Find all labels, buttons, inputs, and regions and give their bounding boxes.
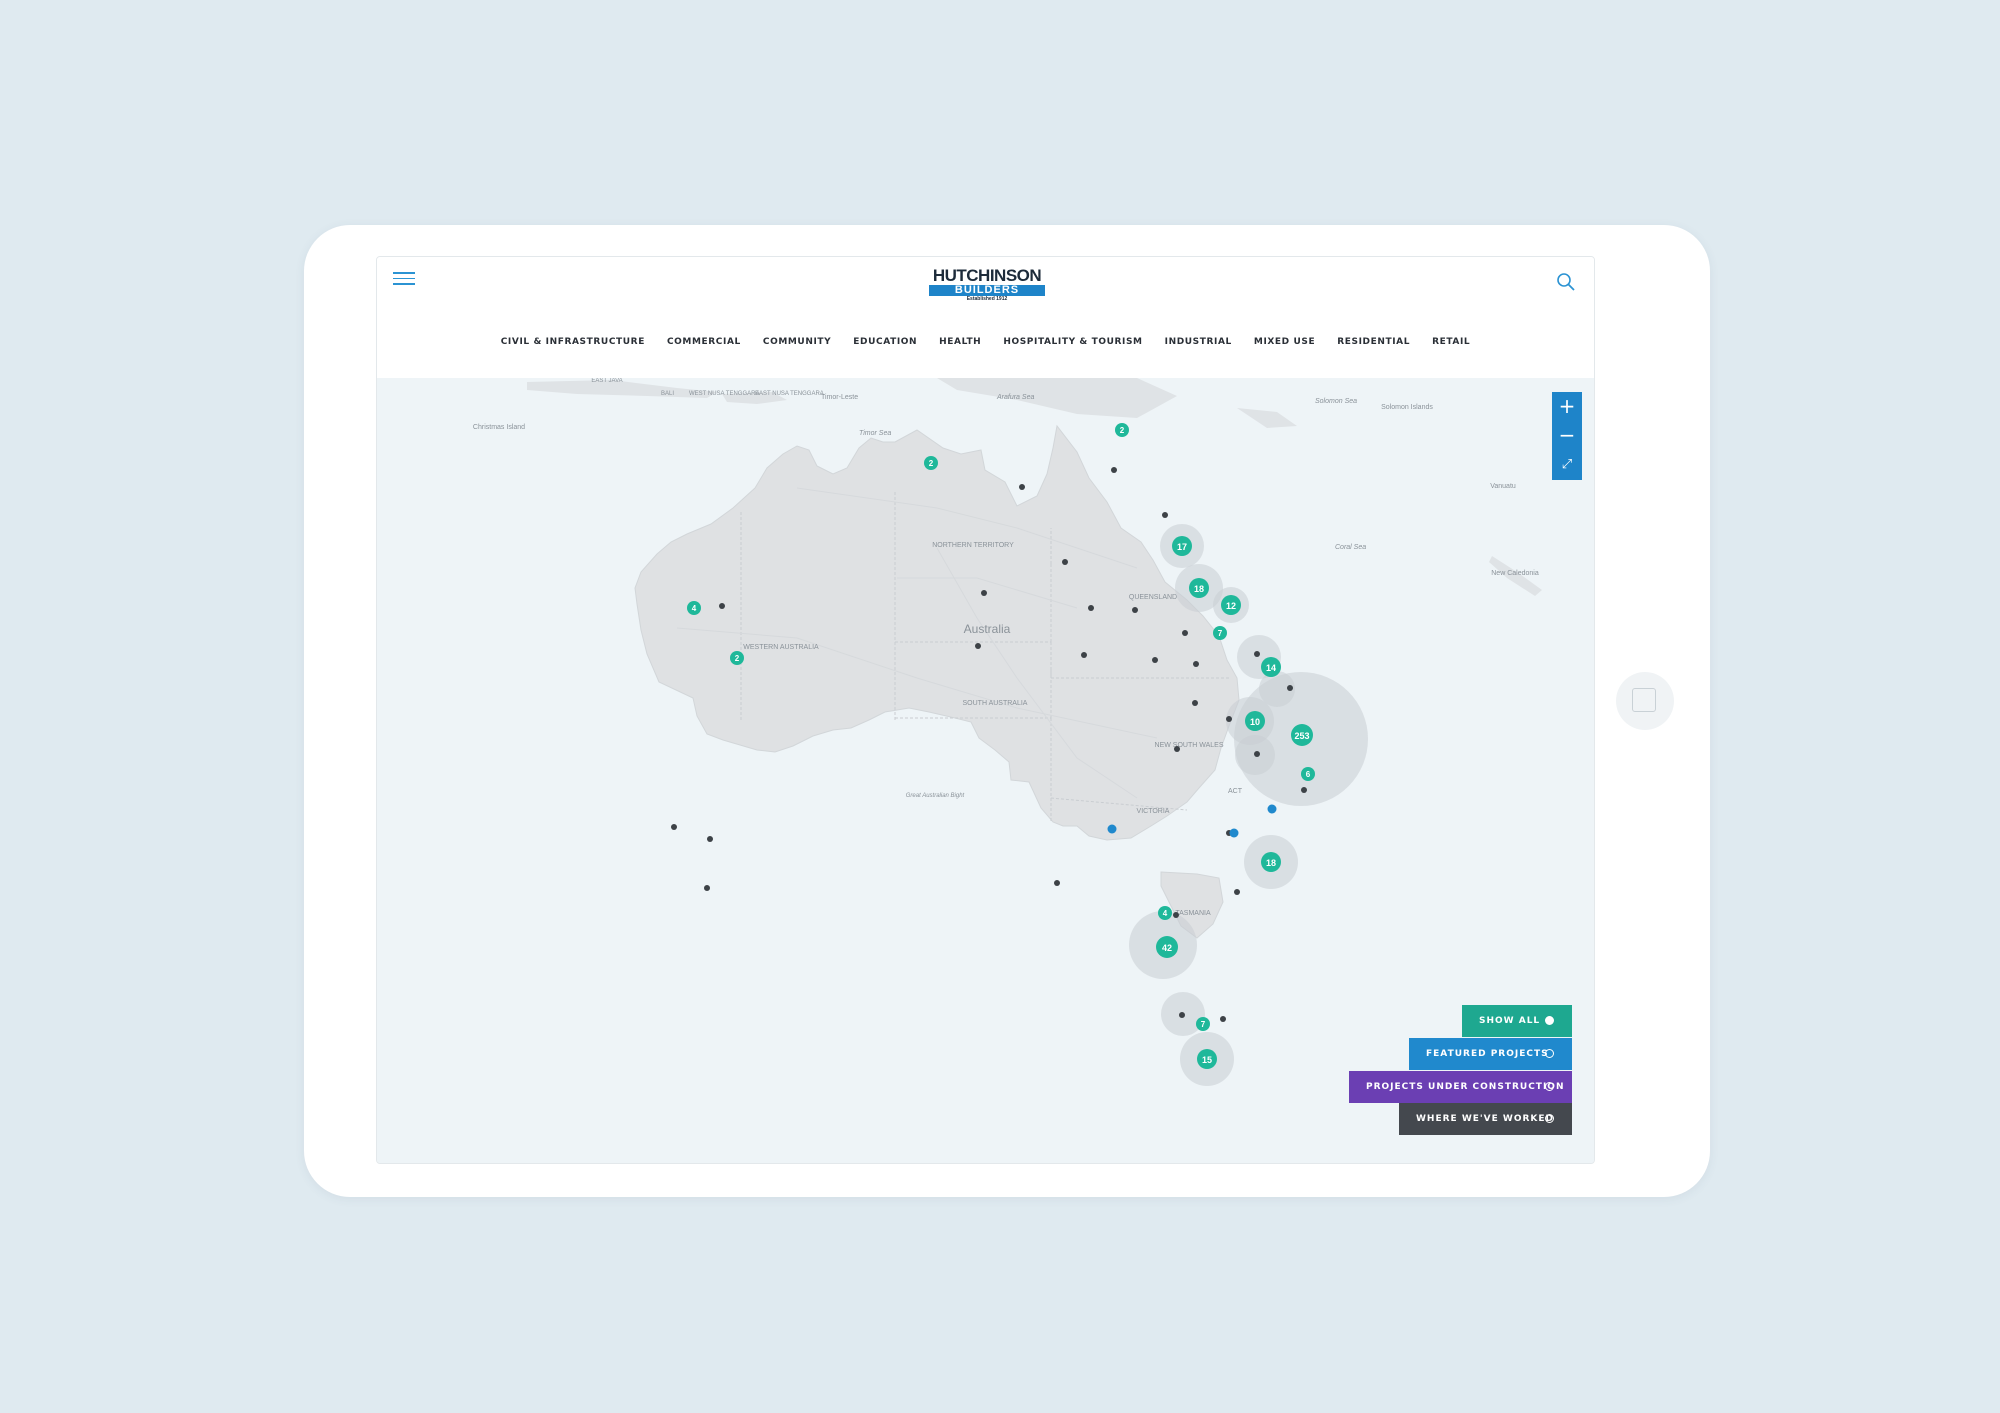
map-label: Australia xyxy=(964,622,1011,636)
filter-featured-projects[interactable]: FEATURED PROJECTS xyxy=(1409,1038,1572,1070)
map-label: Solomon Islands xyxy=(1381,404,1433,411)
map-label: New Caledonia xyxy=(1491,570,1539,577)
map-label: VICTORIA xyxy=(1137,808,1170,815)
nav-commercial[interactable]: COMMERCIAL xyxy=(667,337,741,347)
nav-community[interactable]: COMMUNITY xyxy=(763,337,831,347)
cluster-count: 4 xyxy=(692,604,697,613)
nav-civil-infrastructure[interactable]: CIVIL & INFRASTRUCTURE xyxy=(501,337,645,347)
landmass-solomon xyxy=(1237,408,1297,428)
cluster-count: 4 xyxy=(1163,909,1168,918)
nav-hospitality-tourism[interactable]: HOSPITALITY & TOURISM xyxy=(1003,337,1142,347)
cluster-marker[interactable]: 2 xyxy=(924,456,938,470)
radio-icon xyxy=(1545,1114,1554,1123)
filter-label: SHOW ALL xyxy=(1479,1016,1541,1026)
map-label: SOUTH AUSTRALIA xyxy=(963,700,1028,707)
cluster-marker[interactable]: 42 xyxy=(1156,936,1178,958)
cluster-marker[interactable]: 15 xyxy=(1197,1049,1217,1069)
map-label: Solomon Sea xyxy=(1315,398,1357,405)
map-label: Christmas Island xyxy=(473,424,525,431)
australia-landmass xyxy=(634,424,1240,841)
map-label: ACT xyxy=(1228,788,1243,795)
filter-projects-under-construction[interactable]: PROJECTS UNDER CONSTRUCTION xyxy=(1349,1071,1572,1103)
cluster-marker[interactable]: 4 xyxy=(1158,906,1172,920)
map-label: BALI xyxy=(661,391,674,397)
cluster-marker[interactable]: 10 xyxy=(1245,711,1265,731)
cluster-marker[interactable]: 2 xyxy=(730,651,744,665)
cluster-count: 12 xyxy=(1226,601,1236,611)
map-label: WEST NUSA TENGGARA xyxy=(689,391,759,397)
cluster-count: 10 xyxy=(1250,717,1260,727)
map-label: NORTHERN TERRITORY xyxy=(932,542,1014,549)
cluster-count: 2 xyxy=(735,654,740,663)
cluster-count: 2 xyxy=(1120,426,1125,435)
radio-icon xyxy=(1545,1082,1554,1091)
cluster-marker[interactable]: 4 xyxy=(687,601,701,615)
filter-show-all[interactable]: SHOW ALL xyxy=(1462,1005,1572,1037)
app-screen: HUTCHINSON BUILDERS Established 1912 CIV… xyxy=(376,256,1595,1164)
map-label: Timor Sea xyxy=(859,430,891,437)
landmass-new-guinea xyxy=(937,378,1177,418)
category-nav: CIVIL & INFRASTRUCTURE COMMERCIAL COMMUN… xyxy=(377,337,1594,347)
logo-subtitle: Established 1912 xyxy=(966,296,1008,302)
radio-icon xyxy=(1545,1049,1554,1058)
map-label: Arafura Sea xyxy=(996,394,1034,401)
cluster-marker[interactable]: 7 xyxy=(1196,1017,1210,1031)
hutchinson-builders-logo[interactable]: HUTCHINSON BUILDERS Established 1912 xyxy=(929,266,1045,303)
radio-selected-icon xyxy=(1545,1016,1554,1025)
cluster-count: 18 xyxy=(1266,858,1276,868)
search-icon[interactable] xyxy=(1555,271,1577,293)
filter-label: FEATURED PROJECTS xyxy=(1426,1049,1549,1059)
nav-residential[interactable]: RESIDENTIAL xyxy=(1337,337,1410,347)
map-label: Vanuatu xyxy=(1490,483,1516,490)
nav-education[interactable]: EDUCATION xyxy=(853,337,917,347)
map-label: Timor-Leste xyxy=(821,394,858,401)
map-label: EAST NUSA TENGGARA xyxy=(755,391,824,397)
nav-mixed-use[interactable]: MIXED USE xyxy=(1254,337,1315,347)
zoom-in-button[interactable]: + xyxy=(1552,392,1582,421)
cluster-marker[interactable]: 6 xyxy=(1301,767,1315,781)
zoom-controls: + − ⤢ xyxy=(1552,392,1582,480)
cluster-marker[interactable]: 12 xyxy=(1221,595,1241,615)
tablet-home-button[interactable] xyxy=(1616,672,1674,730)
filter-label: PROJECTS UNDER CONSTRUCTION xyxy=(1366,1082,1565,1092)
cluster-count: 7 xyxy=(1201,1020,1206,1029)
filter-where-weve-worked[interactable]: WHERE WE'VE WORKED xyxy=(1399,1103,1572,1135)
cluster-count: 17 xyxy=(1177,542,1187,552)
cluster-count: 42 xyxy=(1162,943,1172,953)
cluster-marker[interactable]: 253 xyxy=(1291,724,1313,746)
filter-label: WHERE WE'VE WORKED xyxy=(1416,1114,1554,1124)
zoom-out-button[interactable]: − xyxy=(1552,421,1582,450)
logo-title: HUTCHINSON xyxy=(932,266,1042,285)
site-header: HUTCHINSON BUILDERS Established 1912 CIV… xyxy=(377,257,1594,378)
cluster-count: 18 xyxy=(1194,584,1204,594)
logo-bar: BUILDERS xyxy=(929,285,1045,296)
projects-map[interactable]: Christmas Island EAST JAVA BALI WEST NUS… xyxy=(377,378,1594,1163)
cluster-marker[interactable]: 18 xyxy=(1189,578,1209,598)
cluster-marker[interactable]: 2 xyxy=(1115,423,1129,437)
map-label: EAST JAVA xyxy=(591,378,622,384)
cluster-count: 253 xyxy=(1294,731,1309,741)
map-label: WESTERN AUSTRALIA xyxy=(743,644,819,651)
map-label: QUEENSLAND xyxy=(1129,594,1177,601)
map-label: NEW SOUTH WALES xyxy=(1155,742,1224,749)
cluster-count: 14 xyxy=(1266,663,1276,673)
nav-industrial[interactable]: INDUSTRIAL xyxy=(1165,337,1232,347)
cluster-marker[interactable]: 17 xyxy=(1172,536,1192,556)
nav-health[interactable]: HEALTH xyxy=(939,337,981,347)
cluster-count: 2 xyxy=(929,459,934,468)
map-label: Coral Sea xyxy=(1335,544,1366,551)
map-label: Great Australian Bight xyxy=(906,793,965,799)
cluster-count: 7 xyxy=(1218,629,1223,638)
cluster-count: 15 xyxy=(1202,1055,1212,1065)
cluster-marker[interactable]: 7 xyxy=(1213,626,1227,640)
nav-retail[interactable]: RETAIL xyxy=(1432,337,1470,347)
hamburger-menu-icon[interactable] xyxy=(393,272,415,288)
cluster-marker[interactable]: 18 xyxy=(1261,852,1281,872)
fullscreen-icon[interactable]: ⤢ xyxy=(1552,450,1582,479)
cluster-marker[interactable]: 14 xyxy=(1261,657,1281,677)
cluster-count: 6 xyxy=(1306,770,1311,779)
map-label: TASMANIA xyxy=(1175,910,1211,917)
